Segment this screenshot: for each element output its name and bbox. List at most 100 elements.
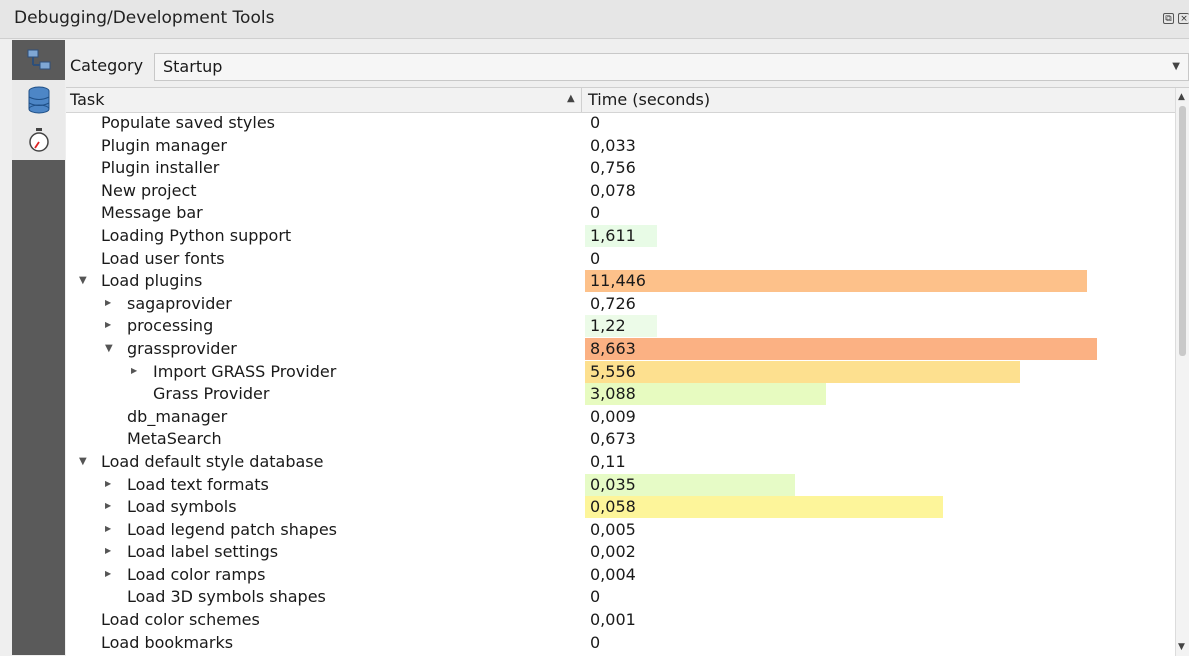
- task-name: db_manager: [127, 406, 228, 426]
- task-time: 0,001: [590, 610, 636, 630]
- task-name: Import GRASS Provider: [153, 361, 337, 381]
- task-time: 5,556: [590, 361, 636, 381]
- expand-arrow-icon[interactable]: ▼: [79, 275, 87, 286]
- table-row[interactable]: Plugin installer 0,756: [66, 157, 1175, 180]
- task-name: MetaSearch: [127, 429, 222, 449]
- task-name: Plugin installer: [101, 158, 220, 178]
- task-name: Populate saved styles: [101, 113, 276, 132]
- table-row[interactable]: ▼ grassprovider 8,663: [66, 337, 1175, 361]
- task-name: sagaprovider: [127, 293, 232, 313]
- task-time: 0,004: [590, 564, 636, 584]
- column-header-task[interactable]: Task: [70, 90, 105, 109]
- task-name: Load 3D symbols shapes: [127, 587, 326, 607]
- task-time: 0,078: [590, 180, 636, 200]
- task-name: processing: [127, 316, 214, 336]
- task-time: 0,673: [590, 429, 636, 449]
- task-time: 11,446: [590, 271, 646, 291]
- task-name: Plugin manager: [101, 135, 227, 155]
- table-row[interactable]: Loading Python support 1,611: [66, 224, 1175, 248]
- collapse-arrow-icon[interactable]: ▶: [105, 501, 111, 510]
- task-name: Load default style database: [101, 451, 324, 471]
- collapse-arrow-icon[interactable]: ▶: [105, 569, 111, 578]
- table-row[interactable]: Message bar 0: [66, 202, 1175, 225]
- table-row[interactable]: ▼ Load default style database 0,11: [66, 451, 1175, 474]
- task-time: 0,756: [590, 158, 636, 178]
- task-time: 0,009: [590, 406, 636, 426]
- table-row[interactable]: ▶ Load legend patch shapes 0,005: [66, 519, 1175, 542]
- collapse-arrow-icon[interactable]: ▶: [105, 524, 111, 533]
- profiler-panel: Category Startup ▼ Task ▲ Time (seconds)…: [66, 40, 1189, 656]
- table-row[interactable]: ▼ Load plugins 11,446: [66, 270, 1175, 293]
- table-row[interactable]: Load 3D symbols shapes 0: [66, 586, 1175, 609]
- task-name: New project: [101, 180, 197, 200]
- table-row[interactable]: MetaSearch 0,673: [66, 428, 1175, 451]
- task-name: Load legend patch shapes: [127, 519, 338, 539]
- collapse-arrow-icon[interactable]: ▶: [131, 366, 137, 375]
- table-row[interactable]: ▶ Load text formats 0,035: [66, 473, 1175, 497]
- task-name: Load user fonts: [101, 248, 225, 268]
- table-row[interactable]: Grass Provider 3,088: [66, 383, 1175, 406]
- table-row[interactable]: New project 0,078: [66, 180, 1175, 203]
- close-icon[interactable]: ×: [1178, 13, 1189, 24]
- category-label: Category: [70, 56, 144, 75]
- task-name: Load bookmarks: [101, 632, 234, 652]
- table-row[interactable]: ▶ sagaprovider 0,726: [66, 293, 1175, 316]
- table-row[interactable]: Plugin manager 0,033: [66, 135, 1175, 158]
- restore-icon[interactable]: ⧉: [1163, 13, 1174, 24]
- table-row[interactable]: ▶ Load color ramps 0,004: [66, 564, 1175, 587]
- time-bar: [585, 496, 943, 519]
- expand-arrow-icon[interactable]: ▼: [79, 456, 87, 467]
- task-name: grassprovider: [127, 338, 237, 358]
- task-time: 0,033: [590, 135, 636, 155]
- table-row[interactable]: ▶ Load symbols 0,058: [66, 496, 1175, 519]
- task-time: 0,035: [590, 474, 636, 494]
- table-row[interactable]: Load user fonts 0: [66, 248, 1175, 271]
- table-row[interactable]: Load color schemes 0,001: [66, 609, 1175, 632]
- table-header: Task ▲ Time (seconds): [66, 88, 1175, 113]
- time-bar: [585, 270, 1087, 293]
- task-time: 1,22: [590, 316, 626, 336]
- sidebar-item-profiler[interactable]: [12, 120, 65, 160]
- scrollbar-thumb[interactable]: [1179, 106, 1186, 356]
- table-row[interactable]: db_manager 0,009: [66, 406, 1175, 429]
- collapse-arrow-icon[interactable]: ▶: [105, 320, 111, 329]
- table-row[interactable]: ▶ processing 1,22: [66, 315, 1175, 338]
- task-time: 3,088: [590, 384, 636, 404]
- scroll-up-icon[interactable]: ▲: [1178, 92, 1185, 102]
- task-name: Message bar: [101, 203, 203, 223]
- chevron-down-icon: ▼: [1172, 61, 1180, 72]
- database-icon: [28, 86, 49, 114]
- task-name: Load text formats: [127, 474, 269, 494]
- table-row[interactable]: ▶ Import GRASS Provider 5,556: [66, 360, 1175, 384]
- vertical-scrollbar[interactable]: ▲ ▼: [1175, 88, 1189, 656]
- profiler-table[interactable]: Task ▲ Time (seconds) Populate saved sty…: [66, 87, 1189, 656]
- collapse-arrow-icon[interactable]: ▶: [105, 546, 111, 555]
- task-time: 0: [590, 248, 601, 268]
- task-time: 0: [590, 113, 601, 132]
- scroll-down-icon[interactable]: ▼: [1178, 642, 1185, 652]
- task-time: 0,005: [590, 519, 636, 539]
- table-row[interactable]: Load bookmarks 0: [66, 632, 1175, 655]
- task-time: 0: [590, 203, 601, 223]
- task-name: Load plugins: [101, 271, 203, 291]
- column-divider[interactable]: [581, 88, 582, 112]
- time-bar: [585, 360, 1020, 383]
- network-icon: [27, 49, 50, 70]
- sidebar-item-network[interactable]: [12, 40, 65, 80]
- table-row[interactable]: ▶ Load label settings 0,002: [66, 541, 1175, 564]
- column-header-time[interactable]: Time (seconds): [588, 90, 710, 109]
- collapse-arrow-icon[interactable]: ▶: [105, 479, 111, 488]
- stopwatch-icon: [28, 128, 49, 152]
- task-name: Grass Provider: [153, 384, 270, 404]
- table-row[interactable]: Populate saved styles 0: [66, 112, 1175, 135]
- collapse-arrow-icon[interactable]: ▶: [105, 298, 111, 307]
- expand-arrow-icon[interactable]: ▼: [105, 343, 113, 354]
- dock-title-bar: Debugging/Development Tools ⧉ ×: [0, 0, 1189, 39]
- task-name: Load label settings: [127, 542, 279, 562]
- sort-ascending-icon: ▲: [567, 93, 575, 104]
- sidebar-item-database[interactable]: [12, 80, 65, 120]
- time-bar: [585, 337, 1097, 360]
- category-value: Startup: [163, 57, 223, 76]
- category-select[interactable]: Startup ▼: [154, 53, 1189, 81]
- task-time: 0,058: [590, 497, 636, 517]
